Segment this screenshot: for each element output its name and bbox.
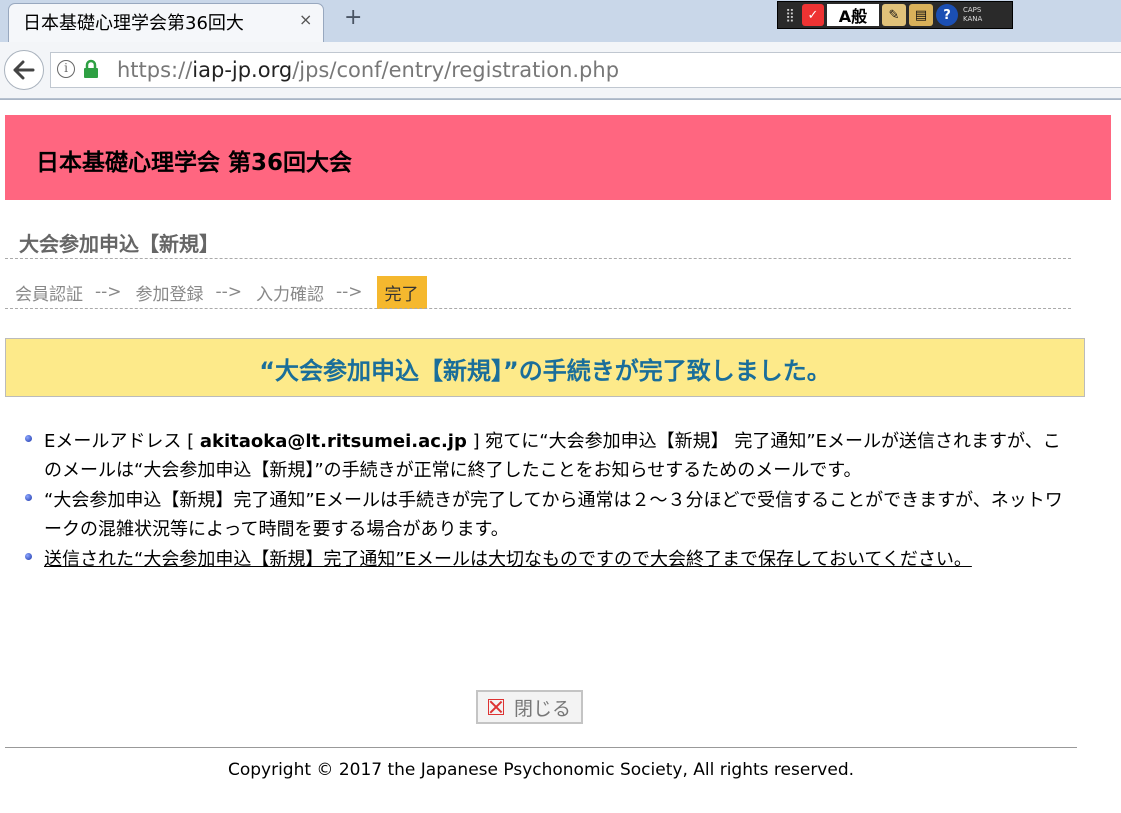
step-arrow: --> <box>95 282 122 302</box>
chrome-divider <box>0 99 1121 100</box>
copyright-text: Copyright © 2017 the Japanese Psychonomi… <box>227 760 855 780</box>
ime-help-icon[interactable]: ? <box>936 4 958 26</box>
step-complete: 完了 <box>376 275 427 309</box>
completion-banner: “大会参加申込【新規】”の手続きが完了致しました。 <box>5 338 1085 397</box>
ime-app-icon[interactable]: ✓ <box>802 4 824 26</box>
list-item: Eメールアドレス [ akitaoka@lt.ritsumei.ac.jp ] … <box>23 427 1063 485</box>
ime-toolbar: ⣿ ✓ A般 ✎ ▤ ? CAPS KANA <box>777 1 1013 29</box>
address-bar[interactable]: i https://iap-jp.org/jps/conf/entry/regi… <box>50 52 1121 88</box>
notice-text-important: 送信された“大会参加申込【新規】完了通知”Eメールは大切なものですので大会終了ま… <box>44 549 972 570</box>
close-button[interactable]: 閉じる <box>476 690 583 724</box>
tab-close-icon[interactable]: × <box>299 10 312 29</box>
url-text[interactable]: https://iap-jp.org/jps/conf/entry/regist… <box>117 58 619 82</box>
notice-text: “大会参加申込【新規】完了通知”Eメールは手続きが完了してから通常は２～３分ほど… <box>44 490 1063 540</box>
bullet-icon <box>25 435 32 442</box>
tab-title: 日本基礎心理学会第36回大 <box>23 13 244 34</box>
ime-grip-icon[interactable]: ⣿ <box>781 4 799 26</box>
tab-strip: 日本基礎心理学会第36回大 × + ⣿ ✓ A般 ✎ ▤ ? CAPS KANA <box>0 0 1121 42</box>
close-icon <box>487 699 504 715</box>
back-button[interactable] <box>4 50 44 90</box>
ime-tool-icon[interactable]: ▤ <box>909 4 933 26</box>
step-arrow: --> <box>215 282 243 302</box>
ime-dictionary-icon[interactable]: ✎ <box>882 4 906 26</box>
kana-indicator: KANA <box>963 15 983 23</box>
back-arrow-icon <box>13 60 35 80</box>
site-title: 日本基礎心理学会 第36回大会 <box>36 150 353 176</box>
site-header: 日本基礎心理学会 第36回大会 <box>5 115 1111 200</box>
completion-message: “大会参加申込【新規】”の手続きが完了致しました。 <box>259 357 831 385</box>
url-host: iap-jp.org <box>192 58 293 82</box>
steps-divider <box>5 308 1071 309</box>
progress-steps: 会員認証 --> 参加登録 --> 入力確認 --> 完了 <box>15 275 427 309</box>
footer-divider <box>5 747 1077 748</box>
close-button-label: 閉じる <box>513 697 571 720</box>
page-title: 大会参加申込【新規】 <box>19 232 219 256</box>
step-arrow: --> <box>336 282 363 302</box>
step-registration: 参加登録 <box>135 284 204 305</box>
url-path: /jps/conf/entry/registration.php <box>292 58 620 82</box>
list-item: 送信された“大会参加申込【新規】完了通知”Eメールは大切なものですので大会終了ま… <box>23 545 1063 574</box>
navigation-bar: i https://iap-jp.org/jps/conf/entry/regi… <box>0 42 1121 99</box>
notice-text-pre: Eメールアドレス [ <box>44 431 200 452</box>
heading-divider <box>5 258 1071 259</box>
step-member-auth: 会員認証 <box>15 284 83 305</box>
ime-lock-status: CAPS KANA <box>963 6 982 24</box>
step-confirm: 入力確認 <box>256 284 325 305</box>
email-address: akitaoka@lt.ritsumei.ac.jp <box>199 431 467 452</box>
lock-icon[interactable] <box>83 59 99 79</box>
bullet-icon <box>25 553 32 560</box>
info-icon[interactable]: i <box>57 60 75 78</box>
new-tab-button[interactable]: + <box>344 5 362 30</box>
browser-tab[interactable]: 日本基礎心理学会第36回大 × <box>8 3 324 42</box>
caps-indicator: CAPS <box>963 6 982 14</box>
url-scheme: https:// <box>117 58 193 82</box>
bullet-icon <box>25 494 32 501</box>
ime-input-mode[interactable]: A般 <box>827 4 879 26</box>
notice-list: Eメールアドレス [ akitaoka@lt.ritsumei.ac.jp ] … <box>23 427 1063 575</box>
list-item: “大会参加申込【新規】完了通知”Eメールは手続きが完了してから通常は２～３分ほど… <box>23 486 1063 544</box>
